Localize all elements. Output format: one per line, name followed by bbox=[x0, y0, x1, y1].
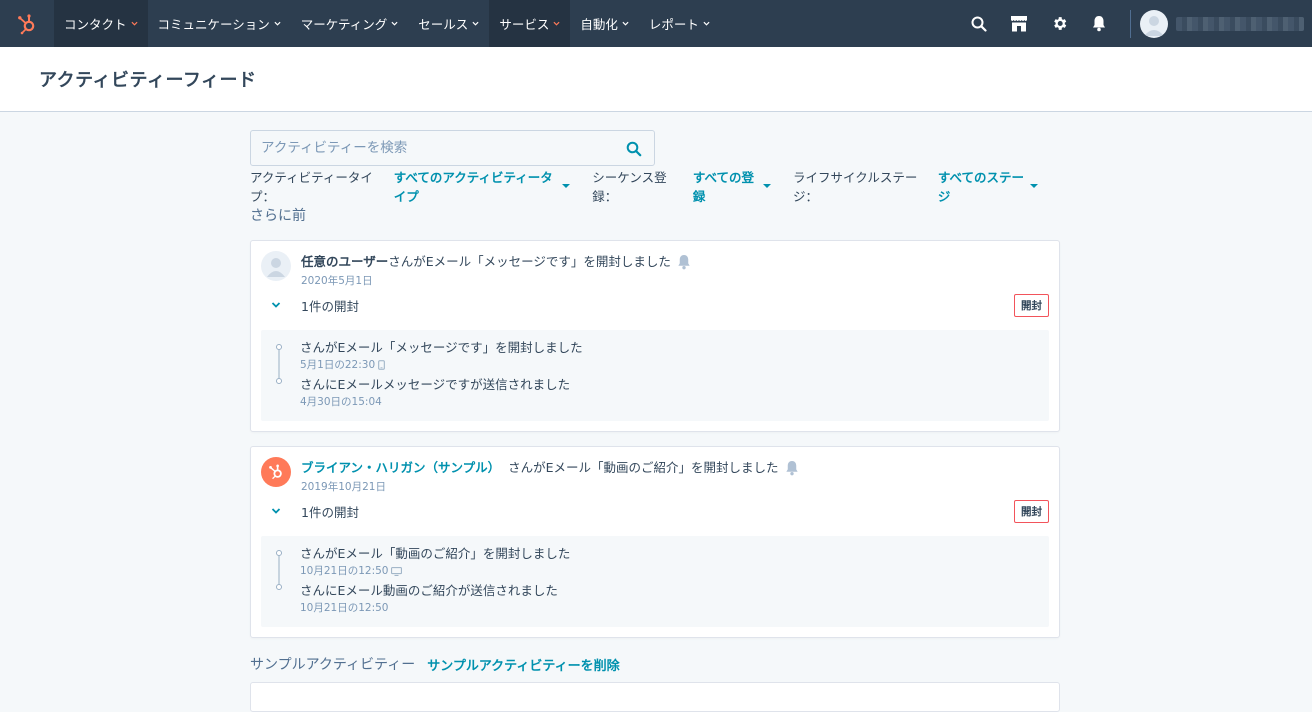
delete-sample-activity-link[interactable]: サンプルアクティビティーを削除 bbox=[427, 655, 619, 674]
settings-gear-icon[interactable] bbox=[1039, 0, 1079, 47]
event-meta: 10月21日の12:50 bbox=[300, 563, 1049, 579]
lifecycle-value: すべてのステージ bbox=[937, 170, 1024, 204]
mobile-icon bbox=[378, 360, 385, 370]
event-meta: 5月1日の22:30 bbox=[300, 357, 1049, 373]
sample-activity-label: サンプルアクティビティー bbox=[250, 657, 416, 673]
event-time: 5月1日の22:30 bbox=[300, 359, 376, 371]
filter-bar: アクティビティータイプ： すべてのアクティビティータイプ シーケンス登録： すべ… bbox=[250, 170, 1060, 204]
nav-item-label: コンタクト bbox=[64, 17, 127, 32]
sequence-dropdown[interactable]: すべての登録 bbox=[693, 167, 771, 205]
activity-date: 2020年5月1日 bbox=[301, 275, 373, 287]
bell-icon[interactable] bbox=[677, 254, 691, 270]
open-count: 1件の開封 bbox=[301, 298, 359, 314]
nav-item-sales[interactable]: セールス bbox=[408, 0, 489, 47]
card-header: 任意のユーザー さんがEメール「メッセージです」を開封しました 2020年5月1… bbox=[261, 251, 1049, 288]
activity-card: ブライアン・ハリガン（サンプル） さんがEメール「動画のご紹介」を開封しました … bbox=[250, 446, 1060, 638]
activity-card: 任意のユーザー さんがEメール「メッセージです」を開封しました 2020年5月1… bbox=[250, 240, 1060, 432]
bell-icon[interactable] bbox=[785, 460, 799, 476]
chevron-down-icon bbox=[274, 21, 281, 26]
hubspot-sprocket-avatar-icon bbox=[261, 457, 291, 487]
activity-type-value: すべてのアクティビティータイプ bbox=[393, 170, 553, 204]
activity-detail-timeline: さんがEメール「動画のご紹介」を開封しました 10月21日の12:50 さんにE… bbox=[261, 536, 1049, 627]
status-badge: 開封 bbox=[1014, 293, 1049, 317]
contact-name-link[interactable]: ブライアン・ハリガン（サンプル） bbox=[301, 458, 500, 478]
activity-detail-timeline: さんがEメール「メッセージです」を開封しました 5月1日の22:30 さんにEメ… bbox=[261, 330, 1049, 421]
open-count: 1件の開封 bbox=[301, 504, 359, 520]
nav-right-tools bbox=[959, 0, 1312, 47]
status-badge: 開封 bbox=[1014, 499, 1049, 523]
chevron-down-icon[interactable] bbox=[261, 507, 291, 515]
chevron-down-icon bbox=[130, 21, 138, 26]
chevron-down-icon[interactable] bbox=[261, 301, 291, 309]
activity-action-text: さんがEメール「メッセージです」を開封しました bbox=[388, 254, 671, 269]
caret-down-icon bbox=[1030, 184, 1039, 188]
activity-card-partial bbox=[250, 682, 1060, 712]
search-icon[interactable] bbox=[626, 141, 642, 157]
notifications-bell-icon[interactable] bbox=[1079, 0, 1119, 47]
activity-feed-main: アクティビティータイプ： すべてのアクティビティータイプ シーケンス登録： すべ… bbox=[250, 130, 1060, 712]
nav-item-automation[interactable]: 自動化 bbox=[570, 0, 639, 47]
account-name-redacted[interactable] bbox=[1176, 16, 1304, 31]
nav-item-label: サービス bbox=[499, 17, 550, 32]
event-meta: 4月30日の15:04 bbox=[300, 394, 1049, 410]
nav-divider bbox=[1130, 9, 1131, 38]
sample-activity-row: サンプルアクティビティー サンプルアクティビティーを削除 bbox=[250, 654, 1060, 674]
open-count-row[interactable]: 1件の開封 開封 bbox=[261, 499, 1049, 523]
chevron-down-icon bbox=[622, 21, 629, 26]
chevron-down-icon bbox=[391, 21, 398, 26]
nav-item-label: セールス bbox=[418, 17, 469, 32]
lifecycle-label: ライフサイクルステージ： bbox=[792, 170, 918, 204]
nav-item-label: コミュニケーション bbox=[157, 17, 270, 32]
nav-item-label: 自動化 bbox=[580, 17, 618, 32]
timeline-connector bbox=[276, 344, 282, 384]
nav-item-contacts[interactable]: コンタクト bbox=[54, 0, 148, 47]
timeline-connector bbox=[276, 550, 282, 590]
activity-title: 任意のユーザー さんがEメール「メッセージです」を開封しました bbox=[301, 252, 691, 272]
marketplace-icon[interactable] bbox=[999, 0, 1039, 47]
activity-date: 2019年10月21日 bbox=[301, 481, 386, 493]
avatar bbox=[261, 251, 291, 281]
nav-item-marketing[interactable]: マーケティング bbox=[291, 0, 409, 47]
caret-down-icon bbox=[562, 184, 571, 188]
event-text: さんがEメール「動画のご紹介」を開封しました bbox=[300, 546, 571, 561]
user-avatar[interactable] bbox=[1140, 9, 1168, 38]
search-input[interactable] bbox=[261, 140, 601, 156]
chevron-down-icon bbox=[703, 21, 710, 26]
event-time: 4月30日の15:04 bbox=[300, 396, 382, 408]
top-navigation-bar: コンタクト コミュニケーション マーケティング セールス サービス 自動化 レポ… bbox=[0, 0, 1312, 47]
section-heading-earlier: さらに前 bbox=[250, 208, 306, 224]
open-count-row[interactable]: 1件の開封 開封 bbox=[261, 293, 1049, 317]
desktop-icon bbox=[391, 566, 403, 576]
sequence-label: シーケンス登録： bbox=[592, 170, 667, 204]
event-time: 10月21日の12:50 bbox=[300, 565, 389, 577]
nav-item-service[interactable]: サービス bbox=[489, 0, 571, 47]
activity-action-text: さんがEメール「動画のご紹介」を開封しました bbox=[508, 460, 779, 475]
nav-item-reports[interactable]: レポート bbox=[639, 0, 720, 47]
sequence-value: すべての登録 bbox=[692, 170, 754, 204]
chevron-down-icon bbox=[553, 21, 560, 26]
card-header: ブライアン・ハリガン（サンプル） さんがEメール「動画のご紹介」を開封しました … bbox=[261, 457, 1049, 494]
chevron-down-icon bbox=[472, 21, 479, 26]
page-header: アクティビティーフィード bbox=[0, 47, 1312, 112]
page-title: アクティビティーフィード bbox=[39, 70, 257, 91]
event-time: 10月21日の12:50 bbox=[300, 602, 389, 614]
nav-item-conversations[interactable]: コミュニケーション bbox=[148, 0, 291, 47]
activity-type-dropdown[interactable]: すべてのアクティビティータイプ bbox=[393, 167, 571, 205]
hubspot-logo-icon[interactable] bbox=[0, 0, 54, 47]
event-meta: 10月21日の12:50 bbox=[300, 600, 1049, 616]
nav-item-label: マーケティング bbox=[300, 17, 388, 32]
actor-name[interactable]: 任意のユーザー bbox=[301, 252, 388, 272]
search-icon[interactable] bbox=[959, 0, 999, 47]
lifecycle-dropdown[interactable]: すべてのステージ bbox=[937, 167, 1039, 205]
caret-down-icon bbox=[762, 184, 771, 188]
event-text: さんがEメール「メッセージです」を開封しました bbox=[300, 340, 583, 355]
nav-item-label: レポート bbox=[648, 17, 699, 32]
event-text: さんにEメールメッセージですが送信されました bbox=[300, 377, 571, 392]
event-text: さんにEメール動画のご紹介が送信されました bbox=[300, 583, 558, 598]
activity-type-label: アクティビティータイプ： bbox=[250, 170, 373, 204]
activity-search-box bbox=[250, 130, 655, 166]
activity-title: ブライアン・ハリガン（サンプル） さんがEメール「動画のご紹介」を開封しました bbox=[301, 458, 799, 478]
